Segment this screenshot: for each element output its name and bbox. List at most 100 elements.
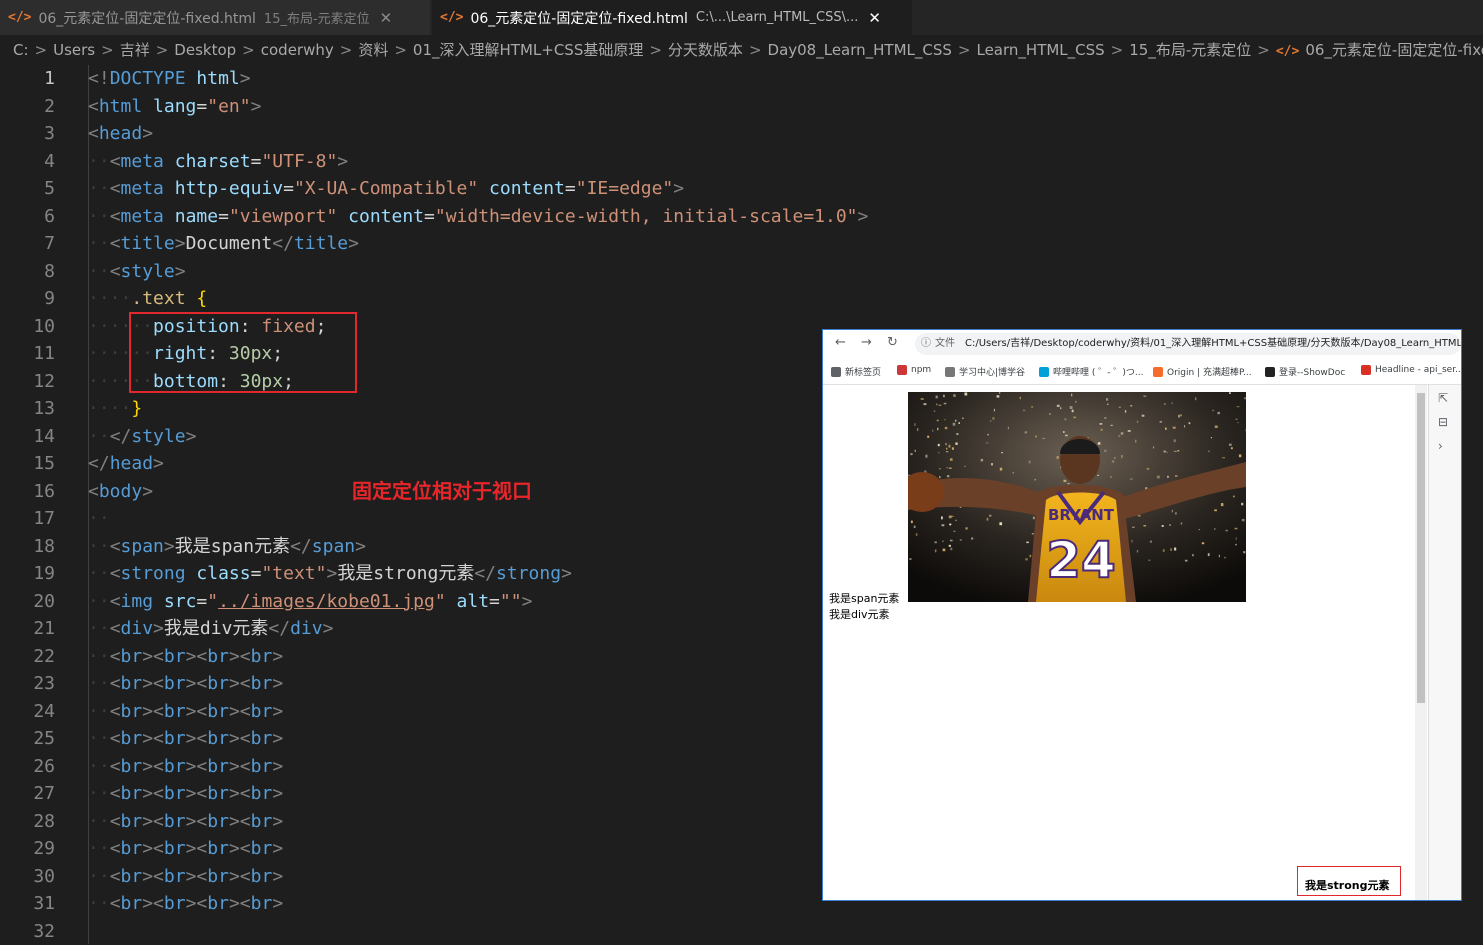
breadcrumb-item[interactable]: 吉祥 xyxy=(120,41,150,59)
code-text: ··<meta charset="UTF-8"> xyxy=(88,148,348,175)
code-token: class xyxy=(196,563,251,584)
bookmark-label: 哔哩哔哩 ( ゜- ゜)つ... xyxy=(1053,368,1144,378)
code-token: br xyxy=(163,838,186,859)
bookmark-label: Headline - api_ser... xyxy=(1375,365,1461,375)
code-token: < xyxy=(109,233,121,254)
code-token: strong xyxy=(120,563,186,584)
code-token: </ xyxy=(88,453,110,474)
code-line[interactable]: 5 ··<meta http-equiv="X-UA-Compatible" co… xyxy=(0,175,1400,202)
line-number: 15 xyxy=(33,453,55,474)
breadcrumb-item[interactable]: Desktop xyxy=(174,41,236,59)
tab-fixed-html-inactive[interactable]: </> 06_元素定位-固定定位-fixed.html 15_布局-元素定位 ✕ xyxy=(0,0,431,35)
breadcrumb-item[interactable]: 15_布局-元素定位 xyxy=(1129,41,1251,59)
code-line[interactable]: 2 <html lang="en"> xyxy=(0,93,1400,120)
bookmark-item[interactable]: 哔哩哔哩 ( ゜- ゜)つ... xyxy=(1039,365,1143,378)
chevron-right-icon[interactable]: › xyxy=(1438,439,1443,453)
code-token: < xyxy=(109,260,121,282)
code-line[interactable]: 7 ··<title>Document</title> xyxy=(0,230,1400,257)
code-token: = xyxy=(218,205,229,227)
bookmark-item[interactable]: 登录--ShowDoc xyxy=(1265,365,1345,378)
close-icon[interactable]: ✕ xyxy=(380,9,393,27)
breadcrumb-item[interactable]: 资料 xyxy=(358,41,388,59)
code-line[interactable]: 4 ··<meta charset="UTF-8"> xyxy=(0,148,1400,175)
breadcrumb-separator: > xyxy=(101,41,114,59)
html-file-icon: </> xyxy=(8,10,32,25)
code-token: ···· xyxy=(88,398,132,419)
code-token: br xyxy=(120,783,143,804)
vertical-scrollbar[interactable] xyxy=(1415,385,1427,900)
code-token: < xyxy=(109,673,121,694)
code-token: < xyxy=(109,563,121,584)
html-file-icon: </> xyxy=(1275,44,1300,59)
bookmark-item[interactable]: 学习中心|博学谷 xyxy=(945,365,1025,378)
tab-fixed-html-active[interactable]: </> 06_元素定位-固定定位-fixed.html C:\...\Learn… xyxy=(432,0,912,35)
code-token: </ xyxy=(290,535,312,557)
code-token: br xyxy=(207,728,229,749)
back-icon[interactable]: ← xyxy=(835,335,846,350)
reload-icon[interactable]: ↻ xyxy=(887,335,898,350)
breadcrumb-item[interactable]: C: xyxy=(13,41,29,59)
code-token: >< xyxy=(142,700,164,722)
div-element-text: 我是div元素 xyxy=(829,608,890,621)
code-token: > xyxy=(153,618,164,639)
code-token: < xyxy=(109,783,121,804)
code-token: br xyxy=(120,893,143,914)
bookmark-item[interactable]: npm xyxy=(897,365,931,375)
code-token: >< xyxy=(142,865,164,887)
code-line[interactable]: 8 ··<style> xyxy=(0,258,1400,285)
code-line[interactable]: 6 ··<meta name="viewport" content="width=… xyxy=(0,203,1400,230)
bookmark-item[interactable]: Origin | 充满超棒P... xyxy=(1153,365,1252,378)
code-text: <head> xyxy=(88,120,153,147)
code-text: ······bottom: 30px; xyxy=(88,368,294,395)
code-token: div xyxy=(120,618,154,639)
page-viewport[interactable]: BRYANT 24 我是span元素 我是div元素 我是strong元素 xyxy=(823,385,1415,900)
line-number: 31 xyxy=(33,893,55,914)
code-token: > xyxy=(322,618,334,639)
inspect-icon[interactable]: ⇱ xyxy=(1438,391,1448,405)
breadcrumb-item[interactable]: coderwhy xyxy=(261,41,334,59)
breadcrumb-item[interactable]: Users xyxy=(53,41,95,59)
breadcrumb-item[interactable]: 分天数版本 xyxy=(668,41,743,59)
code-token: ·· xyxy=(88,205,110,227)
code-token: "text" xyxy=(261,563,327,584)
code-token: br xyxy=(207,673,229,694)
code-token: >< xyxy=(228,700,251,722)
code-token: </ xyxy=(272,233,294,254)
breadcrumb-item[interactable]: Learn_HTML_CSS xyxy=(976,41,1104,59)
code-token: DOCTYPE xyxy=(109,68,186,89)
strong-element-text: 我是strong元素 xyxy=(1305,879,1390,892)
breadcrumb-item[interactable]: 06_元素定位-固定定位-fixed.html xyxy=(1305,41,1483,59)
code-text: ··<br><br><br><br> xyxy=(88,670,283,697)
code-token: br xyxy=(250,700,273,722)
breadcrumb-item[interactable]: 01_深入理解HTML+CSS基础原理 xyxy=(413,41,643,59)
code-token: : xyxy=(239,315,262,337)
kobe-photo-illustration: BRYANT 24 xyxy=(908,392,1246,602)
code-token: >< xyxy=(228,810,251,832)
code-line[interactable]: 3 <head> xyxy=(0,120,1400,147)
info-icon[interactable]: ⓘ xyxy=(921,338,931,349)
bookmark-item[interactable]: 新标签页 xyxy=(831,365,881,378)
code-token: br xyxy=(163,700,186,722)
code-token: ·· xyxy=(88,618,110,639)
code-token: br xyxy=(163,865,186,887)
bookmark-favicon-icon xyxy=(1153,366,1163,377)
code-token: 我是div元素 xyxy=(163,618,269,639)
forward-icon[interactable]: → xyxy=(861,335,872,350)
code-line[interactable]: 32 xyxy=(0,918,1400,945)
code-token: >< xyxy=(185,728,208,749)
code-token: >< xyxy=(185,673,208,694)
bookmark-item[interactable]: Headline - api_ser... xyxy=(1361,365,1461,375)
code-token: < xyxy=(109,205,121,227)
code-token: >< xyxy=(185,783,208,804)
code-token: = xyxy=(196,95,208,117)
breadcrumb-item[interactable]: Day08_Learn_HTML_CSS xyxy=(768,41,952,59)
address-bar[interactable]: ⓘ 文件 C:/Users/吉祥/Desktop/coderwhy/资料/01_深入… xyxy=(915,333,1461,355)
code-token: < xyxy=(109,700,121,722)
code-line[interactable]: 9 ····.text { xyxy=(0,285,1400,312)
code-token: br xyxy=(163,645,186,667)
scrollbar-thumb[interactable] xyxy=(1417,393,1425,703)
code-line[interactable]: 1 <!DOCTYPE html> xyxy=(0,65,1400,92)
close-icon[interactable]: ✕ xyxy=(868,9,881,27)
panel-toggle-icon[interactable]: ⊟ xyxy=(1438,415,1448,429)
code-token: br xyxy=(120,700,143,722)
